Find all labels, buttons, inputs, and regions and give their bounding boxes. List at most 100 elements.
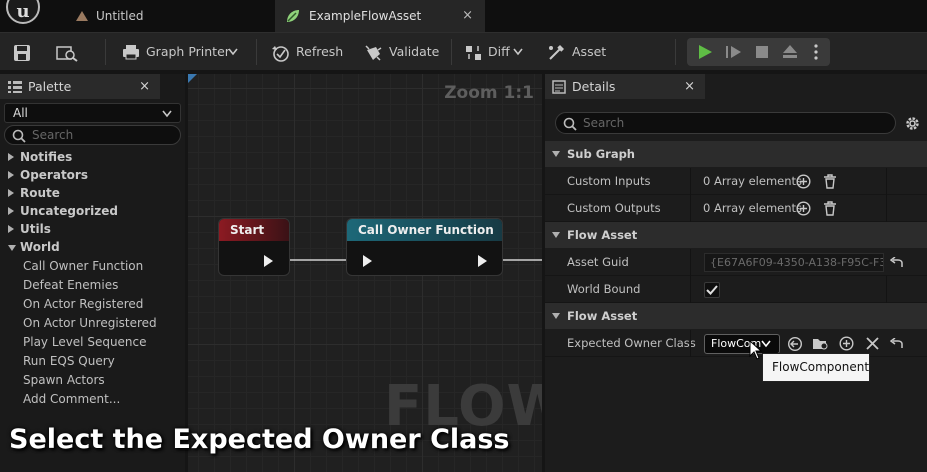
add-element-icon[interactable] — [796, 201, 811, 216]
category-operators[interactable]: Operators — [8, 166, 88, 184]
add-class-icon[interactable] — [839, 336, 854, 351]
more-options-icon[interactable] — [813, 43, 819, 61]
checkmark-icon — [706, 285, 718, 295]
row-asset-guid: Asset Guid {E67A6F09-4350-A138-F95C-F3 — [545, 249, 927, 276]
details-icon — [552, 80, 566, 94]
node-call-owner-function[interactable]: Call Owner Function — [346, 218, 503, 276]
property-label: Asset Guid — [567, 255, 629, 269]
exec-out-pin[interactable] — [264, 255, 273, 267]
world-bound-checkbox[interactable] — [704, 282, 720, 298]
palette-item[interactable]: Run EQS Query — [23, 352, 115, 370]
row-world-bound: World Bound — [545, 276, 927, 303]
browse-asset-icon — [56, 46, 78, 62]
use-selected-icon[interactable] — [787, 336, 803, 352]
tab-label: Untitled — [96, 9, 144, 23]
unreal-logo[interactable]: u — [6, 0, 40, 24]
play-icon[interactable] — [697, 44, 713, 60]
diff-label: Diff — [488, 44, 510, 59]
search-icon — [563, 117, 577, 131]
details-search-input[interactable]: Search — [555, 112, 896, 134]
settings-gear-icon[interactable] — [904, 115, 921, 132]
node-start[interactable]: Start — [218, 218, 290, 276]
row-custom-outputs: Custom Outputs 0 Array elements — [545, 195, 927, 222]
section-flow-asset[interactable]: Flow Asset — [545, 222, 927, 248]
diff-icon — [466, 46, 481, 60]
palette-search-input[interactable]: Search — [4, 125, 181, 145]
search-icon — [12, 129, 26, 143]
details-tab[interactable]: Details × — [545, 74, 705, 99]
trash-icon[interactable] — [823, 201, 837, 216]
save-icon — [14, 45, 30, 61]
stop-icon[interactable] — [754, 44, 770, 60]
save-button[interactable] — [12, 33, 36, 71]
clear-icon[interactable] — [866, 337, 879, 350]
palette-item[interactable]: On Actor Registered — [23, 295, 143, 313]
category-uncategorized[interactable]: Uncategorized — [8, 202, 118, 220]
category-world[interactable]: World — [8, 238, 60, 256]
level-icon — [75, 10, 89, 22]
palette-item[interactable]: Play Level Sequence — [23, 333, 147, 351]
graph-canvas[interactable]: Zoom 1:1 FLOW Start Call Owner Function — [188, 74, 542, 472]
browse-folder-icon[interactable] — [812, 336, 829, 351]
palette-item[interactable]: On Actor Unregistered — [23, 314, 157, 332]
tab-label: ExampleFlowAsset — [309, 9, 422, 23]
close-tab-icon[interactable]: × — [462, 0, 473, 32]
validate-label: Validate — [389, 44, 440, 59]
node-title: Start — [219, 219, 289, 241]
asset-defaults-button[interactable]: Asset Defaults — [547, 33, 662, 97]
title-bar: u Untitled ExampleFlowAsset × — [0, 0, 927, 32]
refresh-button[interactable]: Refresh — [271, 33, 346, 71]
chevron-down-icon — [162, 110, 172, 118]
section-sub-graph[interactable]: Sub Graph — [545, 141, 927, 167]
tab-example-flow-asset[interactable]: ExampleFlowAsset × — [275, 0, 485, 32]
palette-tab[interactable]: Palette × — [0, 74, 160, 99]
filter-value: All — [13, 106, 28, 120]
exec-out-pin[interactable] — [478, 255, 487, 267]
eject-icon[interactable] — [781, 43, 799, 61]
asset-defaults-icon — [549, 45, 564, 60]
search-placeholder: Search — [583, 116, 625, 130]
details-panel: Details × Search Sub Graph Custom Inputs… — [545, 74, 927, 472]
palette-item[interactable]: Call Owner Function — [23, 257, 143, 275]
printer-icon — [123, 45, 139, 60]
flow-asset-icon — [285, 8, 301, 24]
palette-panel: Palette × All Search Notifies Operators … — [0, 74, 185, 472]
tab-untitled[interactable]: Untitled — [65, 0, 270, 32]
reset-to-default-icon[interactable] — [890, 338, 904, 350]
tooltip: FlowComponent — [762, 353, 870, 382]
add-element-icon[interactable] — [796, 174, 811, 189]
category-utils[interactable]: Utils — [8, 220, 51, 238]
step-icon[interactable] — [725, 44, 743, 60]
exec-in-pin[interactable] — [363, 255, 372, 267]
graph-printer-button[interactable]: Graph Printer — [122, 33, 242, 71]
node-title: Call Owner Function — [347, 219, 502, 241]
section-flow-asset-owner[interactable]: Flow Asset — [545, 303, 927, 329]
expected-owner-class-combo[interactable]: FlowCom — [704, 334, 780, 354]
trash-icon[interactable] — [823, 174, 837, 189]
close-palette-icon[interactable]: × — [139, 74, 150, 99]
mouse-cursor-icon — [749, 340, 763, 360]
property-value: 0 Array elements — [703, 174, 803, 188]
category-route[interactable]: Route — [8, 184, 60, 202]
property-label: Custom Inputs — [567, 174, 651, 188]
chevron-down-icon — [228, 48, 238, 56]
asset-guid-field[interactable]: {E67A6F09-4350-A138-F95C-F3 — [704, 253, 884, 272]
category-notifies[interactable]: Notifies — [8, 148, 72, 166]
property-label: World Bound — [567, 282, 641, 296]
search-placeholder: Search — [32, 128, 74, 142]
palette-item[interactable]: Spawn Actors — [23, 371, 105, 389]
browse-button[interactable] — [56, 33, 80, 71]
graph-printer-label: Graph Printer — [146, 44, 230, 59]
video-caption: Select the Expected Owner Class — [9, 424, 510, 455]
palette-item[interactable]: Add Comment... — [23, 390, 120, 408]
validate-button[interactable]: Validate — [364, 33, 439, 71]
diff-button[interactable]: Diff — [464, 33, 524, 71]
property-value: 0 Array elements — [703, 201, 803, 215]
palette-item[interactable]: Defeat Enemies — [23, 276, 118, 294]
close-details-icon[interactable]: × — [684, 74, 695, 99]
reset-to-default-icon[interactable] — [890, 257, 904, 269]
palette-title: Palette — [28, 79, 72, 94]
property-label: Expected Owner Class — [567, 336, 696, 350]
palette-filter-dropdown[interactable]: All — [4, 103, 181, 123]
row-custom-inputs: Custom Inputs 0 Array elements — [545, 168, 927, 195]
